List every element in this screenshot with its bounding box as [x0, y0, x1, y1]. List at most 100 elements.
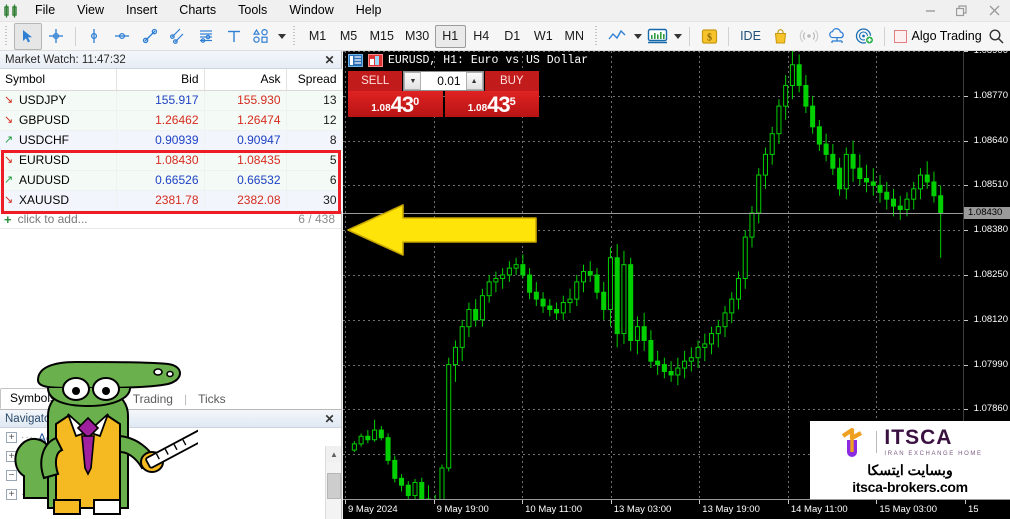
spin-up-icon[interactable]: ▲: [465, 72, 483, 90]
menu-view[interactable]: View: [66, 0, 115, 21]
market-watch-table: Symbol Bid Ask Spread ↘ USDJPY 155.917 15…: [0, 69, 343, 211]
time-tick-label: 15: [968, 504, 979, 515]
close-icon[interactable]: [978, 0, 1010, 22]
table-row[interactable]: ↘ XAUUSD 2381.78 2382.08 30: [0, 190, 343, 211]
shopping-bag-icon[interactable]: [767, 23, 795, 50]
shapes-dropdown-icon[interactable]: [276, 24, 288, 49]
column-header-spread[interactable]: Spread: [286, 69, 343, 91]
toolbar-separator-6: [883, 26, 885, 46]
shapes-icon[interactable]: [248, 23, 276, 50]
timeframe-d1[interactable]: D1: [497, 25, 528, 48]
vertical-line-icon[interactable]: [81, 23, 109, 50]
timeframe-m5[interactable]: M5: [333, 25, 364, 48]
ask-price: 0.90947: [204, 130, 287, 151]
market-watch-titlebar: Market Watch: 11:47:32 ✕: [0, 51, 341, 69]
bid-price: 0.90939: [116, 130, 205, 151]
add-symbol-row[interactable]: + click to add... 6 / 438: [0, 210, 341, 229]
restore-icon[interactable]: [946, 0, 978, 22]
algo-trading-checkbox[interactable]: [893, 29, 907, 43]
timeframe-h4[interactable]: H4: [466, 25, 497, 48]
price-tick: [964, 185, 968, 187]
search-icon[interactable]: [982, 23, 1010, 50]
chart-area[interactable]: EURUSD, H1: Euro vs US Dollar SELL ▼ 0.0…: [343, 51, 1010, 519]
minimize-icon[interactable]: [914, 0, 946, 22]
column-header-bid[interactable]: Bid: [116, 69, 205, 91]
chevron-up-icon[interactable]: ▲: [326, 446, 341, 462]
column-header-symbol[interactable]: Symbol: [0, 69, 117, 91]
line-chart-icon[interactable]: [604, 23, 632, 50]
trend-down-icon: ↘: [4, 153, 14, 166]
one-click-trading-panel[interactable]: SELL ▼ 0.01 ▲ BUY 1.08 43 0 1.08 43 5: [348, 71, 539, 117]
table-row[interactable]: ↘ USDJPY 155.917 155.930 13: [0, 90, 343, 111]
crosshair-icon[interactable]: [42, 23, 70, 50]
volume-stepper[interactable]: ▼ 0.01 ▲: [403, 71, 484, 91]
text-tool-icon[interactable]: [220, 23, 248, 50]
ask-price: 1.08435: [204, 150, 287, 171]
close-icon[interactable]: ✕: [322, 411, 337, 426]
time-tick: [699, 500, 701, 504]
close-icon[interactable]: ✕: [322, 52, 337, 67]
dollar-icon[interactable]: $: [695, 23, 723, 50]
spin-down-icon[interactable]: ▼: [404, 72, 422, 90]
table-row[interactable]: ↗ USDCHF 0.90939 0.90947 8: [0, 130, 343, 151]
add-symbol-label: click to add...: [17, 212, 88, 226]
vps-icon[interactable]: [851, 23, 879, 50]
table-row[interactable]: ↘ EURUSD 1.08430 1.08435 5: [0, 150, 343, 171]
trendline-icon[interactable]: [136, 23, 164, 50]
time-tick: [876, 500, 878, 504]
time-tick-label: 9 May 19:00: [436, 504, 489, 515]
channel-icon[interactable]: [164, 23, 192, 50]
symbol-name: AUDUSD: [19, 173, 70, 187]
chart-properties-icon[interactable]: [348, 53, 363, 68]
cloud-icon[interactable]: [823, 23, 851, 50]
toolbar-grip-2[interactable]: [292, 25, 299, 47]
time-tick-label: 10 May 11:00: [525, 504, 583, 515]
data-window-icon[interactable]: [368, 53, 383, 68]
symbol-name: GBPUSD: [19, 113, 70, 127]
navigator-scrollbar[interactable]: ▲ ▼: [325, 446, 341, 519]
timeframe-w1[interactable]: W1: [528, 25, 559, 48]
market-watch-title: Market Watch: 11:47:32: [5, 53, 126, 66]
toolbar-grip[interactable]: [4, 25, 10, 47]
timeframe-m15[interactable]: M15: [364, 25, 399, 48]
indicators-dropdown-icon[interactable]: [672, 24, 684, 49]
main-toolbar: M1 M5 M15 M30 H1 H4 D1 W1 MN $ IDE Algo …: [0, 22, 1010, 51]
table-row[interactable]: ↘ GBPUSD 1.26462 1.26474 12: [0, 110, 343, 131]
timeframe-m30[interactable]: M30: [399, 25, 434, 48]
menu-charts[interactable]: Charts: [168, 0, 227, 21]
sell-price-big: 43: [390, 92, 415, 117]
spread-value: 8: [286, 130, 343, 151]
menu-tools[interactable]: Tools: [227, 0, 278, 21]
signals-icon[interactable]: [795, 23, 823, 50]
price-tick: [964, 230, 968, 232]
time-scale[interactable]: 9 May 2024 9 May 19:00 10 May 11:00 13 May …: [343, 499, 1010, 519]
cursor-arrow-icon[interactable]: [13, 22, 42, 50]
metatrader-logo-icon: [0, 0, 24, 22]
timeframe-m1[interactable]: M1: [302, 25, 333, 48]
table-row[interactable]: ↗ AUDUSD 0.66526 0.66532 6: [0, 170, 343, 191]
menu-help[interactable]: Help: [345, 0, 393, 21]
time-tick-label: 15 May 03:00: [879, 504, 937, 515]
volume-input[interactable]: 0.01: [421, 72, 466, 90]
algo-trading-label: Algo Trading: [911, 29, 982, 43]
watermark-brand: ITSCA: [884, 426, 953, 449]
algo-trading-button[interactable]: Algo Trading: [890, 25, 983, 48]
scrollbar-thumb[interactable]: [327, 473, 341, 499]
one-click-top-row: SELL ▼ 0.01 ▲ BUY: [348, 71, 539, 91]
menu-insert[interactable]: Insert: [115, 0, 168, 21]
timeframe-h1[interactable]: H1: [434, 24, 466, 48]
menu-file[interactable]: File: [24, 0, 66, 21]
chart-type-dropdown-icon[interactable]: [631, 24, 643, 49]
column-header-ask[interactable]: Ask: [204, 69, 287, 91]
timeframe-mn[interactable]: MN: [559, 25, 590, 48]
toolbar-grip-3[interactable]: [593, 25, 600, 47]
chart-header: EURUSD, H1: Euro vs US Dollar: [343, 51, 588, 70]
buy-button[interactable]: 1.08 43 5: [444, 91, 539, 117]
fibonacci-icon[interactable]: [192, 23, 220, 50]
ide-button[interactable]: IDE: [734, 25, 767, 48]
menu-window[interactable]: Window: [278, 0, 344, 21]
horizontal-line-icon[interactable]: [108, 23, 136, 50]
spread-value: 6: [286, 170, 343, 191]
indicators-icon[interactable]: [644, 23, 672, 50]
sell-button[interactable]: 1.08 43 0: [348, 91, 443, 117]
